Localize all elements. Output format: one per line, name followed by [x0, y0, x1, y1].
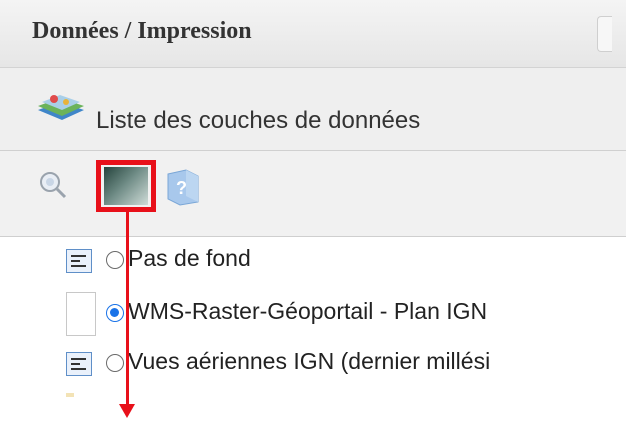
layers-icon — [38, 95, 84, 120]
annotation-arrow-line — [126, 212, 129, 408]
section-title: Liste des couches de données — [96, 107, 421, 134]
svg-text:?: ? — [176, 178, 187, 198]
layer-radio[interactable] — [106, 251, 124, 269]
divider-mark — [66, 393, 74, 397]
legend-placeholder — [66, 292, 96, 336]
background-tool-button[interactable] — [96, 160, 156, 212]
legend-icon[interactable] — [66, 352, 92, 376]
annotation-arrow-head-icon — [119, 404, 135, 418]
layer-label: Pas de fond — [128, 245, 251, 271]
layer-radio[interactable] — [106, 304, 124, 322]
layer-toolbar — [0, 151, 626, 237]
layer-row: WMS-Raster-Géoportail - Plan IGN — [66, 292, 626, 336]
layer-radio[interactable] — [106, 354, 124, 372]
layer-label: WMS-Raster-Géoportail - Plan IGN — [128, 298, 488, 324]
layer-row: Pas de fond — [66, 245, 626, 283]
panel-title: Données / Impression — [32, 18, 252, 44]
layer-label: Vues aériennes IGN (dernier millési — [128, 348, 491, 374]
header-collapse-button[interactable] — [597, 16, 612, 52]
layer-row: Vues aériennes IGN (dernier millési — [66, 348, 626, 386]
zoom-icon[interactable] — [38, 170, 68, 200]
help-icon[interactable]: ? — [166, 168, 200, 206]
legend-icon[interactable] — [66, 249, 92, 273]
